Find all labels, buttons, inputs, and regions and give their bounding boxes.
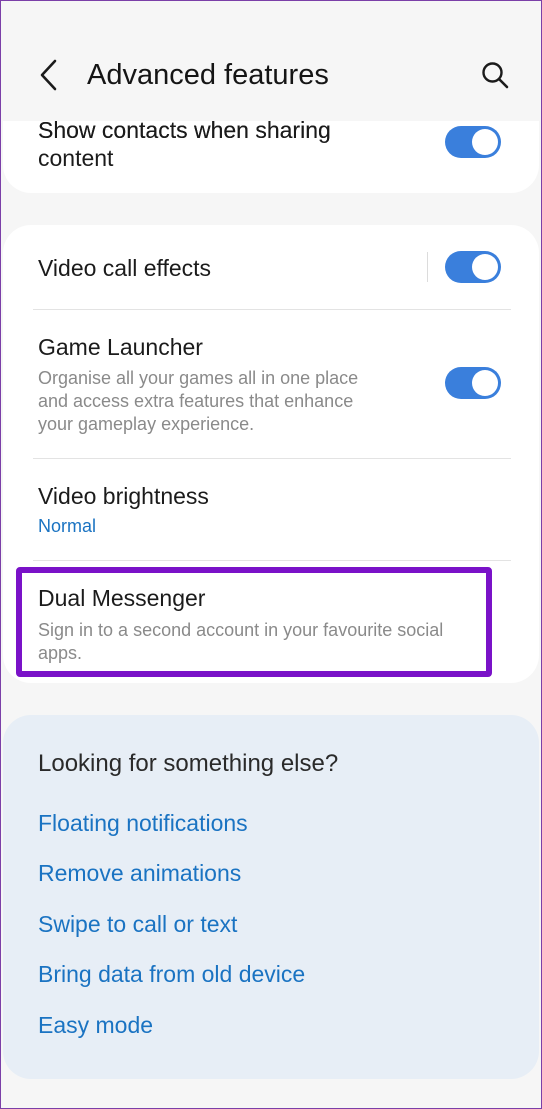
suggestions-heading: Looking for something else? bbox=[38, 750, 339, 777]
scrolled-text-clip: Show contacts when sharing bbox=[38, 115, 418, 141]
setting-description: and access extra features that enhance bbox=[38, 391, 354, 411]
setting-description: your gameplay experience. bbox=[38, 414, 255, 434]
toggle-switch[interactable] bbox=[445, 367, 501, 399]
highlight-box bbox=[16, 567, 492, 677]
setting-row-game-launcher[interactable]: Game Launcher Organise all your games al… bbox=[3, 310, 539, 458]
vertical-divider bbox=[427, 252, 428, 282]
setting-title: Video brightness bbox=[38, 483, 209, 509]
suggestion-link-bring-data[interactable]: Bring data from old device bbox=[38, 959, 305, 989]
setting-title: content bbox=[38, 145, 114, 171]
chevron-left-icon bbox=[40, 59, 57, 91]
toggle-switch[interactable] bbox=[445, 126, 501, 158]
toggle-knob bbox=[472, 129, 498, 155]
search-icon bbox=[482, 62, 509, 89]
toggle-knob bbox=[472, 254, 498, 280]
setting-row-video-call-effects[interactable]: Video call effects bbox=[3, 225, 539, 309]
back-button[interactable] bbox=[31, 53, 67, 97]
setting-title-partial: Show contacts when sharing bbox=[38, 117, 331, 141]
setting-row-video-brightness[interactable]: Video brightness Normal bbox=[3, 459, 539, 560]
setting-description: Organise all your games all in one place bbox=[38, 368, 359, 388]
search-button[interactable] bbox=[475, 55, 515, 95]
suggestion-link-remove-animations[interactable]: Remove animations bbox=[38, 858, 241, 888]
suggestion-link-floating-notifications[interactable]: Floating notifications bbox=[38, 808, 248, 838]
toggle-knob bbox=[472, 370, 498, 396]
suggestion-link-swipe-to-call[interactable]: Swipe to call or text bbox=[38, 909, 237, 939]
page-title: Advanced features bbox=[87, 59, 329, 91]
suggestion-link-easy-mode[interactable]: Easy mode bbox=[38, 1010, 153, 1040]
suggestions-card: Looking for something else? Floating not… bbox=[3, 715, 539, 1079]
setting-title: Video call effects bbox=[38, 255, 212, 281]
header-layer: Advanced features bbox=[1, 1, 541, 121]
setting-value: Normal bbox=[38, 516, 97, 536]
setting-title: Game Launcher bbox=[38, 334, 203, 360]
toggle-switch[interactable] bbox=[445, 251, 501, 283]
